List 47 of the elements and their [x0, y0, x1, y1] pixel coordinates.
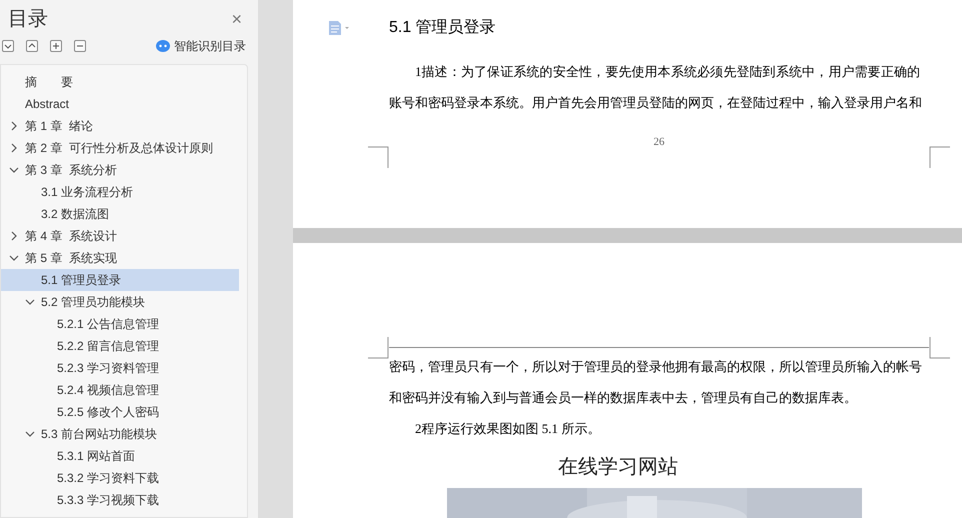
paragraph-line: 2程序运行效果图如图 5.1 所示。	[415, 420, 600, 438]
minus-icon[interactable]	[74, 40, 86, 52]
robot-face-icon	[156, 40, 170, 52]
figure-title: 在线学习网站	[558, 455, 678, 480]
toc-item[interactable]: 第 3 章 系统分析	[1, 159, 239, 181]
toc-item[interactable]: 第 1 章 绪论	[1, 115, 239, 137]
toc-item[interactable]: 第 2 章 可行性分析及总体设计原则	[1, 137, 239, 159]
toc-item[interactable]: 5.2.1 公告信息管理	[1, 313, 239, 335]
toc-item[interactable]: 第 5 章 系统实现	[1, 247, 239, 269]
toc-item[interactable]: 3.2 数据流图	[1, 203, 239, 225]
chevron-right-icon[interactable]	[9, 231, 19, 241]
toc-item[interactable]: 5.3 前台网站功能模块	[1, 423, 239, 445]
chevron-up-icon[interactable]	[26, 40, 38, 52]
chevron-down-icon[interactable]	[25, 297, 35, 307]
smart-toc-button[interactable]: 智能识别目录	[156, 37, 246, 55]
corner-mark	[929, 146, 950, 168]
chevron-down-icon[interactable]	[2, 40, 14, 52]
toc-item[interactable]: 5.2.5 修改个人密码	[1, 401, 239, 423]
chevron-right-icon[interactable]	[9, 121, 19, 131]
corner-mark	[929, 337, 950, 359]
toc-item[interactable]: 5.3.1 网站首面	[1, 445, 239, 467]
toc-item[interactable]: 第 4 章 系统设计	[1, 225, 239, 247]
paragraph-line: 密码，管理员只有一个，所以对于管理员的登录他拥有最高的权限，所以管理员所输入的帐号	[389, 358, 920, 376]
plus-icon[interactable]	[50, 40, 62, 52]
toc-item[interactable]: Abstract	[1, 93, 239, 115]
toc-item[interactable]: 5.1 管理员登录	[1, 269, 239, 291]
section-heading: 5.1 管理员登录	[389, 18, 496, 38]
toc-item[interactable]: 摘 要	[1, 71, 239, 93]
corner-mark	[368, 146, 389, 168]
toc-item[interactable]: 5.2.3 学习资料管理	[1, 357, 239, 379]
toc-item[interactable]: 5.3.2 学习资料下载	[1, 467, 239, 489]
toc-item[interactable]: 5.2.2 留言信息管理	[1, 335, 239, 357]
paragraph-line: 账号和密码登录本系统。用户首先会用管理员登陆的网页，在登陆过程中，输入登录用户名和	[389, 94, 922, 112]
toc-item[interactable]: 3.1 业务流程分析	[1, 181, 239, 203]
panel-title: 目录	[8, 7, 48, 32]
chevron-down-icon[interactable]	[9, 253, 19, 263]
close-button[interactable]: ×	[231, 10, 242, 28]
toc-item[interactable]: 5.2 管理员功能模块	[1, 291, 239, 313]
paragraph-line: 和密码并没有输入到与普通会员一样的数据库表中去，管理员有自己的数据库表。	[389, 388, 857, 406]
chevron-down-icon[interactable]	[25, 429, 35, 439]
chevron-right-icon[interactable]	[9, 143, 19, 153]
chevron-down-icon[interactable]	[9, 165, 19, 175]
corner-mark	[368, 337, 389, 359]
paragraph-line: 1描述：为了保证系统的安全性，要先使用本系统必须先登陆到系统中，用户需要正确的	[415, 62, 920, 80]
toc-item[interactable]: 5.2.4 视频信息管理	[1, 379, 239, 401]
toc-item[interactable]: 5.3.3 学习视频下载	[1, 489, 239, 511]
page-number: 26	[652, 135, 666, 150]
